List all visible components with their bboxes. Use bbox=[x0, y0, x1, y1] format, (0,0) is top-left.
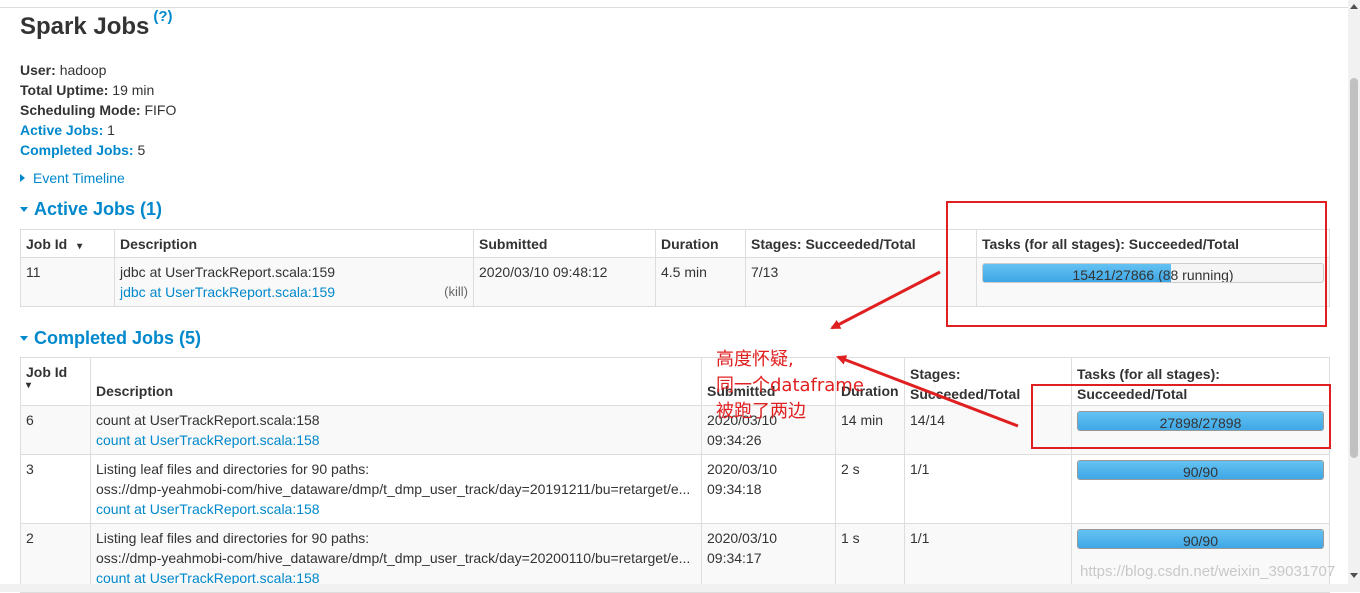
horizontal-scrollbar[interactable] bbox=[0, 584, 1348, 592]
annotation-arrows bbox=[830, 270, 1019, 428]
arrow-to-completed bbox=[836, 355, 1019, 428]
arrow-to-active bbox=[830, 270, 941, 330]
annotation-note: 高度怀疑, 同一个dataframe 被跑了两边 bbox=[716, 349, 864, 422]
scroll-up-icon[interactable] bbox=[1350, 4, 1358, 9]
watermark: https://blog.csdn.net/weixin_39031707 bbox=[1080, 563, 1336, 580]
scroll-thumb[interactable] bbox=[1350, 78, 1358, 458]
vertical-scrollbar[interactable] bbox=[1348, 0, 1360, 592]
scroll-down-icon[interactable] bbox=[1350, 573, 1358, 578]
